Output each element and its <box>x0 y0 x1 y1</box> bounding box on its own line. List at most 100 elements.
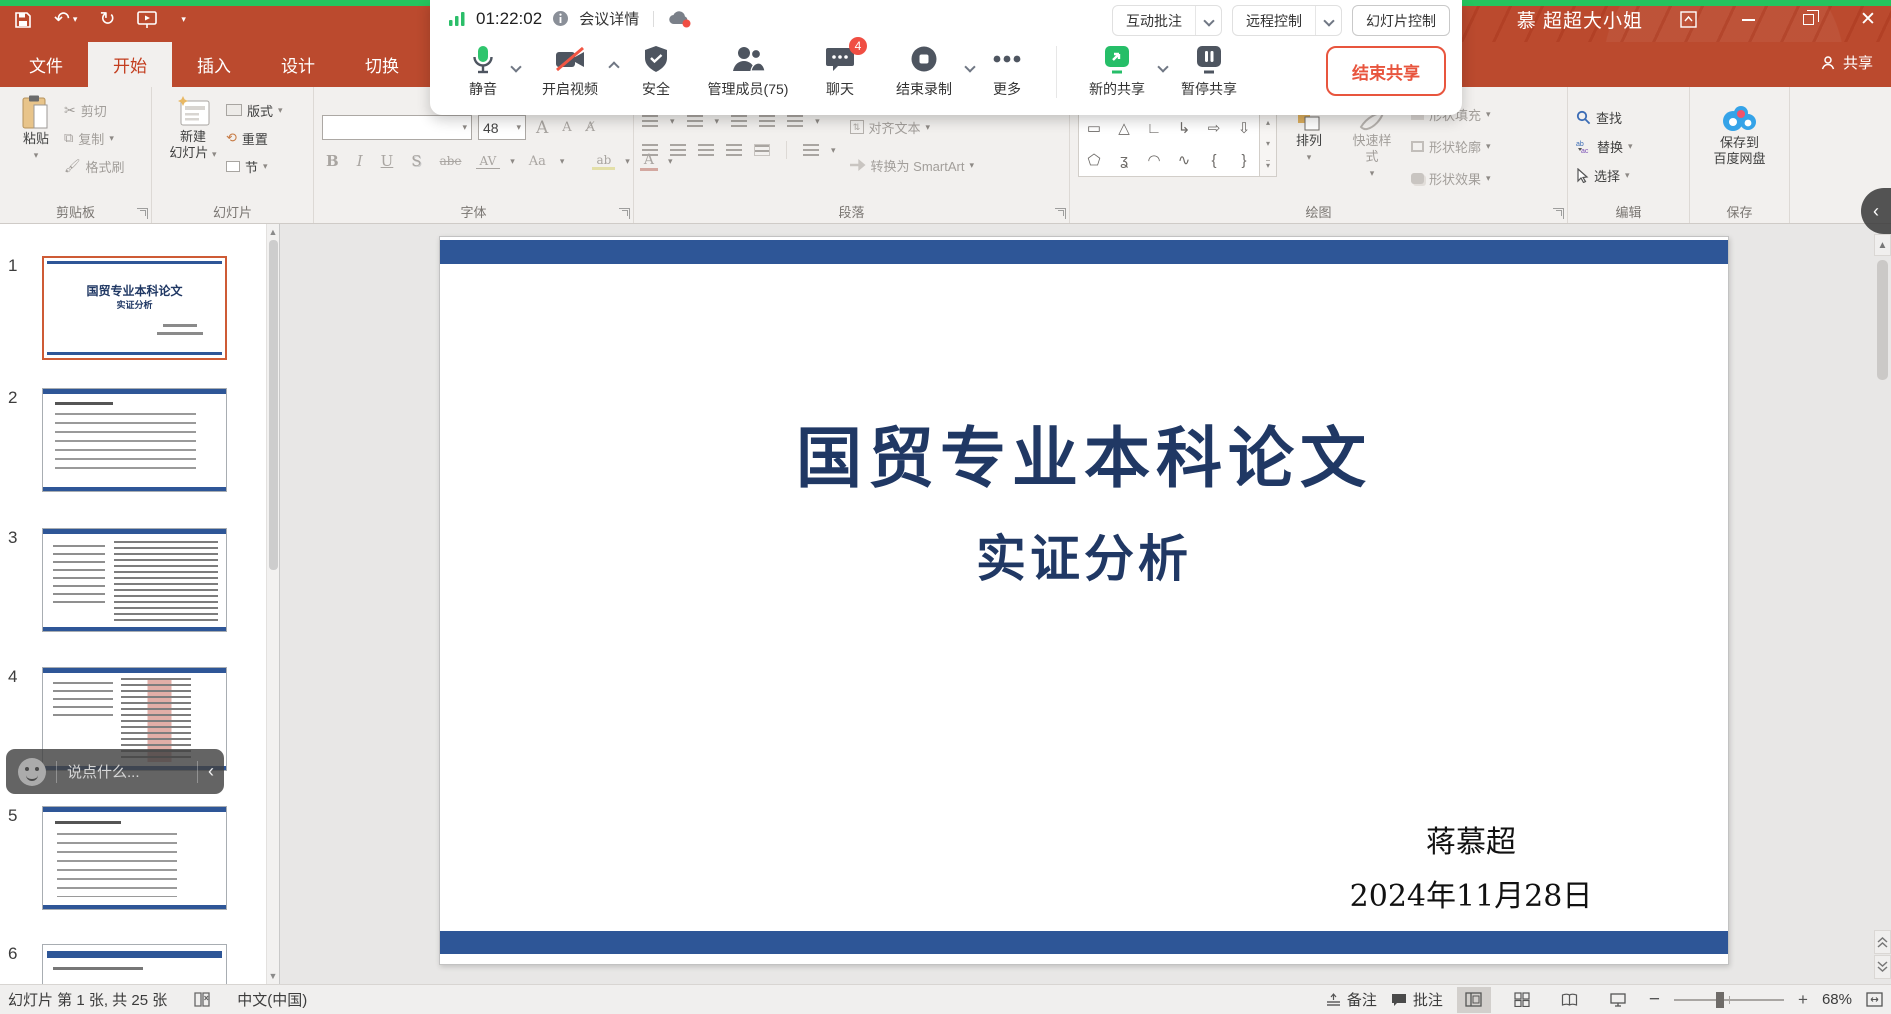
normal-view-button[interactable] <box>1457 987 1491 1013</box>
canvas-scroll-up-icon[interactable]: ▲ <box>1874 234 1891 256</box>
annotation-dropdown[interactable] <box>1195 6 1221 35</box>
ribbon-display-options-icon[interactable] <box>1673 7 1703 33</box>
shape-gallery-scroll[interactable]: ▴▾▾ <box>1260 111 1277 177</box>
bold-button[interactable]: B <box>322 152 343 170</box>
copy-button[interactable]: ⧉复制▾ <box>64 125 125 151</box>
change-case-button[interactable]: Aa <box>525 154 550 169</box>
bullets-icon[interactable] <box>642 115 658 127</box>
underline-button[interactable]: U <box>377 152 398 170</box>
zoom-level[interactable]: 68% <box>1822 991 1852 1008</box>
end-share-button[interactable]: 结束共享 <box>1326 46 1446 96</box>
indent-increase-icon[interactable] <box>759 115 775 127</box>
font-size-combo[interactable]: 48▾ <box>478 115 526 140</box>
save-icon[interactable] <box>14 11 32 29</box>
align-right-icon[interactable] <box>698 144 714 156</box>
format-painter-button[interactable]: 🖌︎格式刷 <box>64 153 125 179</box>
strikethrough-button[interactable]: abe <box>436 154 466 168</box>
reading-view-button[interactable] <box>1553 987 1587 1013</box>
close-button[interactable]: ✕ <box>1853 7 1883 33</box>
find-button[interactable]: 查找 <box>1576 104 1681 130</box>
customize-qat-icon[interactable]: ▾ <box>181 14 186 25</box>
select-button[interactable]: 选择▾ <box>1576 162 1681 188</box>
previous-slide-button[interactable] <box>1874 930 1891 954</box>
tab-home[interactable]: 开始 <box>88 42 172 87</box>
italic-button[interactable]: I <box>353 152 367 170</box>
mute-button[interactable]: 静音 <box>446 40 520 99</box>
line-spacing-icon[interactable] <box>787 115 803 127</box>
shrink-font-icon[interactable]: A <box>558 120 575 135</box>
thumbnail-slide-1[interactable]: 国贸专业本科论文 实证分析 <box>42 256 227 360</box>
zoom-out-button[interactable]: − <box>1649 989 1660 1011</box>
paste-button[interactable]: 粘贴 ▾ <box>8 93 64 199</box>
slide-control-button[interactable]: 幻灯片控制 <box>1352 5 1450 36</box>
shape-outline-button[interactable]: 形状轮廓▾ <box>1411 133 1491 159</box>
grow-font-icon[interactable]: A <box>532 118 552 138</box>
share-button[interactable]: 共享 <box>1820 52 1873 73</box>
meeting-chat-bar[interactable]: 说点什么... ‹ <box>6 749 224 794</box>
canvas-scrollbar-thumb[interactable] <box>1877 260 1888 380</box>
indent-decrease-icon[interactable] <box>731 115 747 127</box>
align-text-button[interactable]: ⇅对齐文本▾ <box>850 114 974 140</box>
thumbnail-scrollbar[interactable]: ▲ ▼ <box>266 224 279 984</box>
undo-icon[interactable]: ↶▾ <box>54 8 77 31</box>
new-share-button[interactable]: 新的共享 <box>1071 40 1163 99</box>
justify-icon[interactable] <box>726 144 742 156</box>
video-options-chevron[interactable] <box>610 58 618 76</box>
character-spacing-button[interactable]: AV <box>476 154 501 169</box>
canvas-scrollbar[interactable]: ▲ <box>1874 224 1891 984</box>
language-indicator[interactable]: 中文(中国) <box>237 989 307 1010</box>
start-slideshow-icon[interactable] <box>137 11 159 29</box>
numbering-icon[interactable] <box>687 115 703 127</box>
more-button[interactable]: 更多 <box>972 40 1042 99</box>
meeting-details-link[interactable]: 会议详情 <box>579 8 639 29</box>
distribute-icon[interactable] <box>754 144 770 156</box>
start-video-button[interactable]: 开启视频 <box>520 40 620 99</box>
chat-input[interactable]: 说点什么... <box>67 761 187 782</box>
chat-button[interactable]: 4 聊天 <box>804 40 876 99</box>
highlight-color-button[interactable]: ab <box>592 153 615 170</box>
redo-icon[interactable]: ↻ <box>99 8 115 31</box>
scroll-up-icon[interactable]: ▲ <box>267 227 279 237</box>
paragraph-dialog-launcher[interactable] <box>1055 208 1066 219</box>
mic-options-chevron[interactable] <box>512 58 520 76</box>
manage-members-button[interactable]: 管理成员(75) <box>692 40 804 99</box>
section-button[interactable]: 节▾ <box>226 153 283 179</box>
align-center-icon[interactable] <box>670 144 686 156</box>
tab-file[interactable]: 文件 <box>4 42 88 87</box>
fit-to-window-icon[interactable] <box>1866 992 1883 1007</box>
tab-design[interactable]: 设计 <box>256 42 340 87</box>
tab-transitions[interactable]: 切换 <box>340 42 424 87</box>
pause-share-button[interactable]: 暂停共享 <box>1163 40 1255 99</box>
thumbnail-slide-3[interactable] <box>42 528 227 632</box>
align-left-icon[interactable] <box>642 144 658 156</box>
security-button[interactable]: 安全 <box>620 40 692 99</box>
drawing-dialog-launcher[interactable] <box>1553 208 1564 219</box>
convert-smartart-button[interactable]: 转换为 SmartArt▾ <box>850 152 974 178</box>
slide-sorter-view-button[interactable] <box>1505 987 1539 1013</box>
next-slide-button[interactable] <box>1874 955 1891 979</box>
scroll-down-icon[interactable]: ▼ <box>267 971 279 981</box>
new-slide-button[interactable]: 新建 幻灯片 ▾ <box>160 93 226 199</box>
emoji-icon[interactable] <box>18 758 46 786</box>
save-to-baidu-button[interactable]: 保存到 百度网盘 <box>1698 99 1781 199</box>
font-dialog-launcher[interactable] <box>619 208 630 219</box>
cut-button[interactable]: ✂剪切 <box>64 97 125 123</box>
clipboard-dialog-launcher[interactable] <box>137 208 148 219</box>
zoom-slider-thumb[interactable] <box>1716 992 1724 1008</box>
zoom-slider[interactable] <box>1674 999 1784 1001</box>
minimize-button[interactable] <box>1733 7 1763 33</box>
restore-button[interactable] <box>1793 7 1823 33</box>
cloud-record-icon[interactable] <box>668 10 692 28</box>
font-name-combo[interactable]: ▾ <box>322 115 472 140</box>
replace-button[interactable]: abac 替换▾ <box>1576 133 1681 159</box>
scrollbar-thumb[interactable] <box>269 240 278 570</box>
zoom-in-button[interactable]: + <box>1798 990 1808 1010</box>
shape-gallery[interactable]: ▭△∟↳⇨⇩ ⬠ʓ◠∿{} <box>1078 111 1260 177</box>
interactive-annotation-button[interactable]: 互动批注 <box>1112 5 1222 36</box>
columns-icon[interactable] <box>803 144 819 156</box>
arrange-button[interactable]: 排列▾ <box>1285 107 1333 199</box>
layout-button[interactable]: 版式▾ <box>226 97 283 123</box>
spellcheck-icon[interactable] <box>193 991 211 1008</box>
tab-insert[interactable]: 插入 <box>172 42 256 87</box>
clear-formatting-icon[interactable]: A̸ <box>582 120 599 135</box>
